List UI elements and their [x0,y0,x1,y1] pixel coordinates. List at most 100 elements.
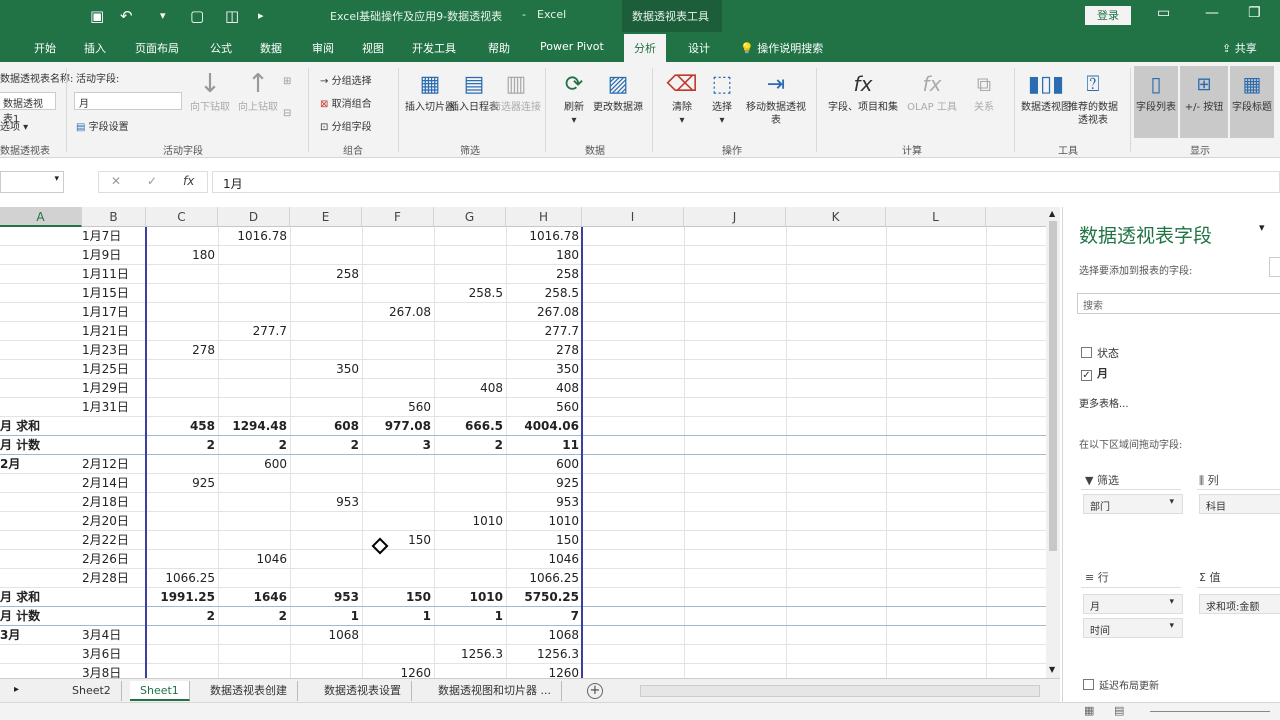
checkbox-unchecked[interactable] [1083,679,1094,690]
cell-h[interactable]: 180 [506,246,582,265]
row-field-month[interactable]: 月 ▾ [1083,594,1183,614]
cell-d[interactable] [218,626,290,645]
cell-a[interactable] [0,360,82,379]
cell-g[interactable] [434,550,506,569]
cell-e[interactable] [290,645,362,664]
cell-c[interactable]: 458 [146,417,218,436]
rows-area[interactable]: 月 ▾ 时间 ▾ [1081,587,1183,667]
cell-c[interactable] [146,284,218,303]
col-header-i[interactable]: I [582,207,684,227]
cell-b[interactable] [82,588,146,607]
cell-g[interactable]: 1256.3 [434,645,506,664]
login-button[interactable]: 登录 [1085,6,1131,25]
cell-g[interactable]: 408 [434,379,506,398]
tab-home[interactable]: 开始 [34,40,56,56]
sheet-tab-pivot-create[interactable]: 数据透视表创建 [200,681,298,701]
relationships-button[interactable]: ⧉ 关系 [958,70,1010,114]
cell-a[interactable] [0,493,82,512]
cell-h[interactable]: 1016.78 [506,227,582,246]
cell-f[interactable] [362,550,434,569]
options-button[interactable]: 选项 ▾ [0,118,28,133]
cell-d[interactable] [218,284,290,303]
scroll-up-icon[interactable]: ▲ [1049,209,1055,218]
cell-e[interactable]: 258 [290,265,362,284]
cell-d[interactable] [218,360,290,379]
field-list-button[interactable]: ▯ 字段列表 [1134,66,1178,138]
cell-d[interactable]: 600 [218,455,290,474]
horizontal-scrollbar[interactable] [640,685,1040,697]
group-field-button[interactable]: ⊡ 分组字段 [320,118,372,133]
cell-g[interactable]: 1010 [434,588,506,607]
col-header-l[interactable]: L [886,207,986,227]
field-item-status[interactable]: 状态 [1081,345,1119,361]
collapse-field-icon[interactable]: ⊟ [283,108,291,119]
cell-a[interactable] [0,284,82,303]
tab-help[interactable]: 帮助 [488,40,510,56]
zoom-slider[interactable] [1150,711,1270,712]
cell-a[interactable] [0,512,82,531]
cell-d[interactable] [218,379,290,398]
cell-h[interactable]: 1066.25 [506,569,582,588]
cell-e[interactable] [290,322,362,341]
filter-area[interactable]: 部门 ▾ [1081,489,1183,551]
col-header-b[interactable]: B [82,207,146,227]
cell-b[interactable]: 1月23日 [82,341,146,360]
cell-h[interactable]: 925 [506,474,582,493]
cell-b[interactable] [82,607,146,626]
restore-icon[interactable]: ❐ [1248,5,1261,21]
cell-h[interactable]: 1046 [506,550,582,569]
sheet-tab-sheet1[interactable]: Sheet1 [130,681,190,701]
col-header-a[interactable]: A [0,207,82,227]
cell-c[interactable] [146,550,218,569]
cell-d[interactable] [218,474,290,493]
col-header-h[interactable]: H [506,207,582,227]
cell-b[interactable]: 2月22日 [82,531,146,550]
col-header-g[interactable]: G [434,207,506,227]
cell-e[interactable] [290,550,362,569]
checkbox-checked[interactable]: ✓ [1081,370,1092,381]
cell-f[interactable] [362,284,434,303]
cell-h[interactable]: 1256.3 [506,645,582,664]
sheet-tab-pivot-chart-slicer[interactable]: 数据透视图和切片器 ... [428,681,562,701]
cell-h[interactable]: 560 [506,398,582,417]
cell-h[interactable]: 267.08 [506,303,582,322]
cell-f[interactable] [362,512,434,531]
pane-tools-button[interactable] [1269,257,1280,277]
cell-h[interactable]: 150 [506,531,582,550]
column-field-subject[interactable]: 科目 [1199,494,1280,514]
tab-insert[interactable]: 插入 [84,40,106,56]
cell-e[interactable] [290,474,362,493]
col-header-c[interactable]: C [146,207,218,227]
drill-up-button[interactable]: ↑ 向上钻取 [232,70,284,114]
cell-h[interactable]: 278 [506,341,582,360]
cell-h[interactable]: 1260 [506,664,582,678]
tab-design[interactable]: 设计 [688,40,710,56]
cell-f[interactable]: 3 [362,436,434,455]
pane-options-icon[interactable]: ▾ [1259,221,1265,234]
undo-icon[interactable]: ↶ [120,7,133,25]
cell-b[interactable]: 1月29日 [82,379,146,398]
scroll-down-icon[interactable]: ▼ [1049,665,1055,674]
col-header-f[interactable]: F [362,207,434,227]
cell-b[interactable]: 1月25日 [82,360,146,379]
minimize-icon[interactable]: — [1205,5,1219,21]
cell-e[interactable]: 1 [290,607,362,626]
cell-e[interactable] [290,246,362,265]
cell-h[interactable]: 277.7 [506,322,582,341]
cell-f[interactable] [362,379,434,398]
cell-g[interactable]: 258.5 [434,284,506,303]
col-header-j[interactable]: J [684,207,786,227]
move-pivot-button[interactable]: ⇥ 移动数据透视表 [742,70,810,127]
cell-d[interactable] [218,398,290,417]
sheet-tab-sheet2[interactable]: Sheet2 [62,681,122,701]
cell-c[interactable]: 2 [146,607,218,626]
share-button[interactable]: ⇪ 共享 [1222,40,1257,56]
cell-b[interactable]: 2月14日 [82,474,146,493]
checkbox-unchecked[interactable] [1081,347,1092,358]
cell-b[interactable]: 3月6日 [82,645,146,664]
cell-d[interactable]: 1646 [218,588,290,607]
tab-review[interactable]: 审阅 [312,40,334,56]
cell-e[interactable]: 953 [290,588,362,607]
cell-a[interactable] [0,265,82,284]
cell-d[interactable]: 2 [218,607,290,626]
